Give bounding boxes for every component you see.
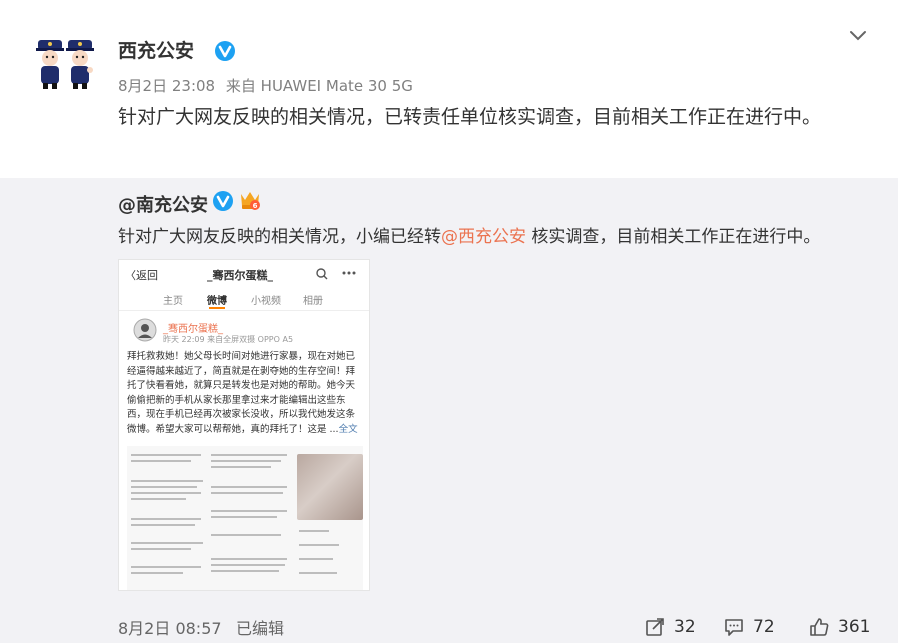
mention-link[interactable]: @西充公安	[441, 227, 526, 247]
image-more: 全文	[338, 423, 358, 435]
more-dots-icon	[342, 271, 356, 275]
author-name[interactable]: 西充公安	[118, 36, 194, 63]
edited-label: 已编辑	[236, 619, 285, 638]
source-prefix: 来自	[225, 77, 256, 95]
chevron-down-icon[interactable]	[848, 28, 868, 42]
repost-author[interactable]: @南充公安	[118, 191, 208, 217]
image-tab-active: 微博	[207, 296, 227, 307]
image-tab: 主页	[163, 296, 183, 307]
image-body-text: 拜托救救她！她父母长时间对她进行家暴，现在对她已经逼得越来越近了，简直就是在剥夺…	[127, 351, 356, 435]
comment-icon	[725, 619, 743, 636]
image-body: 拜托救救她！她父母长时间对她进行家暴，现在对她已经逼得越来越近了，简直就是在剥夺…	[127, 350, 363, 437]
repost-text: 针对广大网友反映的相关情况，小编已经转@西充公安 核实调查，目前相关工作正在进行…	[118, 222, 820, 247]
like-count: 361	[838, 617, 871, 637]
share-icon	[646, 618, 664, 636]
weibo-post: 西充公安 8月2日 23:08 来自 HUAWEI Mate 30 5G 针对广…	[0, 0, 898, 643]
image-topbar: 〈返回 _骞西尔蛋糕_	[119, 260, 369, 288]
repost-card[interactable]: @南充公安 6 针对广大网友反映的相关情况，小编已经转@西充公安 核实调查，目前…	[0, 178, 898, 643]
image-attachments	[127, 446, 363, 590]
medal-icon: 6	[238, 188, 262, 212]
image-user-avatar	[133, 318, 157, 342]
repost-footer: 8月2日 08:57 已编辑 32 72 361	[0, 613, 898, 643]
post-text: 针对广大网友反映的相关情况，已转责任单位核实调查，目前相关工作正在进行中。	[118, 106, 822, 128]
image-tabs: 主页 微博 小视频 相册	[119, 288, 369, 311]
image-tab: 小视频	[251, 296, 281, 307]
tab-underline	[209, 307, 225, 309]
repost-image[interactable]: 〈返回 _骞西尔蛋糕_ 主页 微博 小视频 相册 _骞西尔蛋糕_ 昨天 22:0…	[118, 259, 370, 591]
like-button[interactable]: 361	[808, 613, 870, 641]
repost-text-after: 核实调查，目前相关工作正在进行中。	[526, 227, 821, 247]
search-icon	[316, 268, 328, 280]
post-time[interactable]: 8月2日 23:08	[118, 77, 215, 95]
post-meta: 8月2日 23:08 来自 HUAWEI Mate 30 5G	[118, 75, 413, 96]
thumbs-up-icon	[810, 618, 829, 636]
verified-badge-icon	[214, 40, 236, 62]
image-title: _骞西尔蛋糕_	[207, 269, 273, 282]
image-tab: 相册	[303, 296, 323, 307]
image-user-meta: 昨天 22:09 来自全屏双摄 OPPO A5	[163, 335, 294, 344]
comment-count: 72	[753, 617, 775, 637]
attachment-photo	[297, 454, 363, 520]
repost-count: 32	[674, 617, 696, 637]
author-avatar[interactable]	[30, 36, 100, 92]
post-source: HUAWEI Mate 30 5G	[260, 77, 413, 95]
svg-text:6: 6	[253, 202, 258, 210]
verified-badge-icon	[212, 190, 234, 212]
comment-button[interactable]: 72	[723, 613, 775, 641]
image-back: 〈返回	[125, 269, 158, 282]
repost-button[interactable]: 32	[644, 613, 696, 641]
repost-time[interactable]: 8月2日 08:57	[118, 615, 222, 639]
image-user-name: _骞西尔蛋糕_	[163, 324, 223, 335]
repost-text-before: 针对广大网友反映的相关情况，小编已经转	[118, 227, 441, 247]
